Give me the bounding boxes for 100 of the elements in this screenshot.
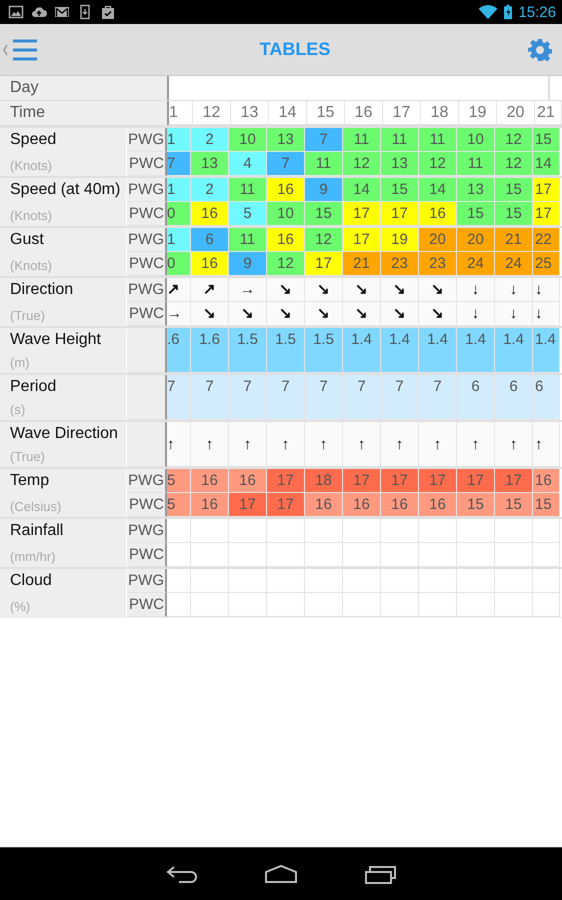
source-label: PWG [127, 569, 167, 593]
unit-label: (%) [10, 598, 32, 616]
shopping-bag-icon [100, 4, 116, 20]
table-cell: 15 [495, 493, 533, 517]
table-cell: 5 [229, 202, 267, 226]
table-cell: 17 [229, 493, 267, 517]
table-cell: 23 [419, 252, 457, 276]
table-cell: 6 [533, 375, 560, 420]
hour-cell: 18 [421, 101, 459, 125]
table-cell: 17 [267, 493, 305, 517]
row-label: Rainfall [10, 521, 64, 541]
row-label: Speed [10, 130, 58, 150]
hour-cell: 17 [383, 101, 421, 125]
table-cell: 9 [305, 178, 343, 202]
row-label: Speed (at 40m) [10, 180, 122, 200]
hour-cell: 21 [535, 101, 562, 125]
source-label: PWC [127, 302, 167, 326]
table-cell: 10 [457, 128, 495, 152]
table-cell: 1 [167, 178, 191, 202]
hour-cell: 15 [307, 101, 345, 125]
table-cell: 7 [419, 375, 457, 420]
recent-apps-icon[interactable] [363, 864, 397, 884]
table-cell: 2 [191, 128, 229, 152]
table-cell: 21 [495, 228, 533, 252]
table-cell: 16 [267, 178, 305, 202]
table-cell: 16 [381, 493, 419, 517]
home-icon[interactable] [264, 864, 298, 884]
table-cell: 15 [495, 178, 533, 202]
table-cell: 7 [167, 375, 191, 420]
unit-label: (Knots) [10, 207, 53, 225]
table-cell: 1.5 [229, 328, 267, 373]
unit-label: (Knots) [10, 157, 53, 175]
row-label: Wave Direction [10, 424, 119, 444]
table-cell: 1.4 [495, 328, 533, 373]
table-cell: 7 [305, 128, 343, 152]
table-cell: 7 [267, 152, 305, 176]
status-time: 15:26 [518, 4, 556, 20]
unit-label: (True) [10, 307, 46, 325]
table-cell: 1.4 [533, 328, 560, 373]
table-cell: 20 [457, 228, 495, 252]
table-cell: 11 [457, 152, 495, 176]
unit-label: (mm/hr) [10, 548, 56, 566]
unit-label: (m) [10, 354, 30, 372]
table-cell: 16 [191, 202, 229, 226]
hour-cell: 16 [345, 101, 383, 125]
table-cell: 13 [381, 152, 419, 176]
hour-cell: 13 [231, 101, 269, 125]
back-icon[interactable] [165, 864, 199, 884]
source-label: PWC [127, 593, 167, 617]
table-cell: 13 [457, 178, 495, 202]
table-cell: 12 [495, 128, 533, 152]
table-cell: 16 [419, 493, 457, 517]
table-cell: 21 [343, 252, 381, 276]
table-cell: 23 [381, 252, 419, 276]
table-cell: 16 [419, 202, 457, 226]
table-cell: 7 [191, 375, 229, 420]
table-cell: 2 [191, 178, 229, 202]
table-cell: 1 [167, 228, 191, 252]
table-cell: 16 [343, 493, 381, 517]
source-label: PWG [127, 228, 167, 252]
table-cell: 15 [533, 128, 560, 152]
table-cell: 13 [191, 152, 229, 176]
table-cell: 17 [343, 202, 381, 226]
source-label: PWG [127, 519, 167, 543]
table-cell: 1.4 [381, 328, 419, 373]
table-cell: 24 [457, 252, 495, 276]
table-cell: 16 [533, 469, 560, 493]
source-label: PWG [127, 178, 167, 202]
table-cell: 15 [305, 202, 343, 226]
table-cell: 15 [457, 493, 495, 517]
table-cell: 10 [267, 202, 305, 226]
wifi-icon [478, 4, 498, 20]
table-cell: 5 [167, 493, 191, 517]
table-cell: 1 [167, 128, 191, 152]
table-cell: 14 [419, 178, 457, 202]
table-cell: 0 [167, 252, 191, 276]
hour-cell: 20 [497, 101, 535, 125]
table-cell: 7 [343, 375, 381, 420]
table-cell: 11 [229, 228, 267, 252]
table-cell: 15 [495, 202, 533, 226]
table-cell: 16 [305, 493, 343, 517]
table-cell: 7 [167, 152, 191, 176]
row-label: Wave Height [10, 330, 102, 350]
table-cell: 1.4 [419, 328, 457, 373]
hour-cell: 19 [459, 101, 497, 125]
table-cell: 16 [191, 493, 229, 517]
table-cell: 16 [191, 469, 229, 493]
table-cell: 1.6 [191, 328, 229, 373]
table-cell: 1.4 [343, 328, 381, 373]
table-cell: 11 [229, 178, 267, 202]
table-cell: .6 [167, 328, 191, 373]
unit-label: (Celsius) [10, 498, 62, 516]
table-cell: 13 [267, 128, 305, 152]
table-cell: 6 [457, 375, 495, 420]
battery-charging-icon [504, 4, 512, 20]
row-label: Time [0, 101, 169, 125]
table-cell: 11 [419, 128, 457, 152]
settings-icon[interactable] [528, 38, 552, 62]
source-label: PWG [127, 469, 167, 493]
row-label: Cloud [10, 571, 53, 591]
